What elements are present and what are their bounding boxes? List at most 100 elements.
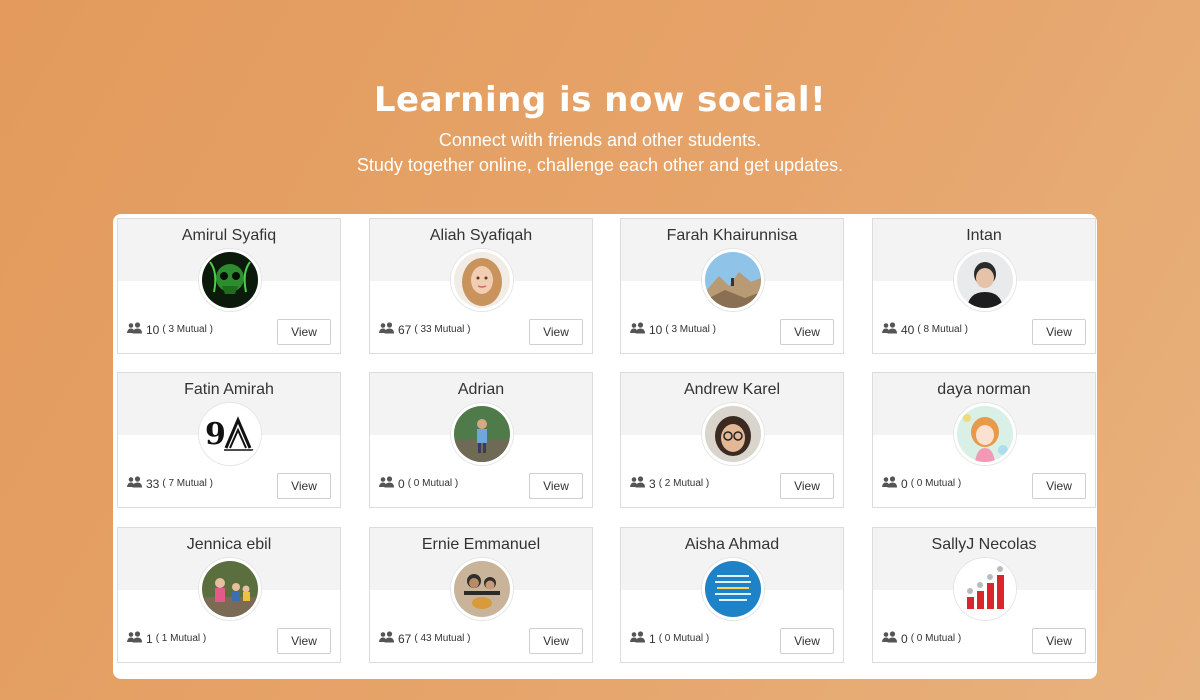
view-button[interactable]: View bbox=[1032, 628, 1086, 654]
users-icon bbox=[882, 322, 897, 337]
friend-count: 1 bbox=[146, 631, 153, 646]
friend-stats: 0( 0 Mutual ) bbox=[379, 476, 458, 491]
friend-stats: 1( 1 Mutual ) bbox=[127, 631, 206, 646]
friend-stats: 0( 0 Mutual ) bbox=[882, 631, 961, 646]
friend-card: Farah Khairunnisa 10( 3 Mutual ) View bbox=[620, 218, 844, 354]
mutual-count: ( 0 Mutual ) bbox=[910, 478, 962, 489]
friend-stats: 33( 7 Mutual ) bbox=[127, 476, 213, 491]
red-chart-avatar[interactable] bbox=[954, 558, 1016, 620]
friend-stats: 0( 0 Mutual ) bbox=[882, 476, 961, 491]
friend-count: 0 bbox=[398, 476, 405, 491]
friend-name: Aisha Ahmad bbox=[684, 536, 780, 553]
users-icon bbox=[379, 631, 394, 646]
view-button[interactable]: View bbox=[780, 319, 834, 345]
view-button[interactable]: View bbox=[529, 473, 583, 499]
dark-haired-man-avatar[interactable] bbox=[954, 249, 1016, 311]
view-button[interactable]: View bbox=[780, 628, 834, 654]
mutual-count: ( 1 Mutual ) bbox=[155, 633, 207, 644]
users-icon bbox=[882, 476, 897, 491]
friend-name: Aliah Syafiqah bbox=[429, 227, 533, 244]
friend-card: Aisha Ahmad 1( 0 Mutual ) View bbox=[620, 527, 844, 663]
friend-name: Farah Khairunnisa bbox=[666, 227, 798, 244]
users-icon bbox=[127, 476, 142, 491]
friend-card: Intan 40( 8 Mutual ) View bbox=[872, 218, 1096, 354]
users-icon bbox=[630, 322, 645, 337]
friend-count: 10 bbox=[649, 322, 663, 337]
friend-stats: 3( 2 Mutual ) bbox=[630, 476, 709, 491]
friend-card: daya norman 0( 0 Mutual ) View bbox=[872, 372, 1096, 508]
view-button[interactable]: View bbox=[529, 628, 583, 654]
blonde-woman-avatar[interactable] bbox=[451, 249, 513, 311]
users-icon bbox=[127, 631, 142, 646]
view-button[interactable]: View bbox=[1032, 319, 1086, 345]
friend-stats: 67( 33 Mutual ) bbox=[379, 322, 471, 337]
friend-stats: 67( 43 Mutual ) bbox=[379, 631, 471, 646]
svg-text:9: 9 bbox=[205, 417, 226, 452]
users-icon bbox=[379, 322, 394, 337]
view-button[interactable]: View bbox=[277, 628, 331, 654]
friend-card: Fatin Amirah 9 33( 7 Mutual ) View bbox=[117, 372, 341, 508]
friend-name: SallyJ Necolas bbox=[931, 536, 1037, 553]
friend-card: Jennica ebil 1( 1 Mutual ) View bbox=[117, 527, 341, 663]
family-selfie-avatar[interactable] bbox=[451, 558, 513, 620]
mutual-count: ( 2 Mutual ) bbox=[658, 478, 710, 489]
friend-stats: 10( 3 Mutual ) bbox=[630, 322, 716, 337]
friend-count: 33 bbox=[146, 476, 160, 491]
friend-name: Adrian bbox=[457, 381, 505, 398]
view-button[interactable]: View bbox=[780, 473, 834, 499]
view-button[interactable]: View bbox=[277, 319, 331, 345]
users-icon bbox=[882, 631, 897, 646]
friends-panel: Amirul Syafiq 10( 3 Mutual ) View Aliah Sya… bbox=[113, 214, 1097, 679]
hero-section: Learning is now social! Connect with fri… bbox=[0, 78, 1200, 178]
friend-count: 67 bbox=[398, 322, 412, 337]
rocky-landscape-avatar[interactable] bbox=[702, 249, 764, 311]
view-button[interactable]: View bbox=[277, 473, 331, 499]
friend-name: Fatin Amirah bbox=[184, 381, 274, 398]
mutual-count: ( 33 Mutual ) bbox=[414, 324, 471, 335]
friend-stats: 1( 0 Mutual ) bbox=[630, 631, 709, 646]
friend-card: Andrew Karel 3( 2 Mutual ) View bbox=[620, 372, 844, 508]
users-icon bbox=[127, 322, 142, 337]
friend-card: Aliah Syafiqah 67( 33 Mutual ) View bbox=[369, 218, 593, 354]
view-button[interactable]: View bbox=[1032, 473, 1086, 499]
friend-name: Jennica ebil bbox=[186, 536, 272, 553]
9a-logo-avatar[interactable]: 9 bbox=[199, 403, 261, 465]
friend-card: SallyJ Necolas 0( 0 Mutual ) View bbox=[872, 527, 1096, 663]
mutual-count: ( 43 Mutual ) bbox=[414, 633, 471, 644]
green-skull-avatar[interactable] bbox=[199, 249, 261, 311]
friend-card: Adrian 0( 0 Mutual ) View bbox=[369, 372, 593, 508]
friend-count: 40 bbox=[901, 322, 915, 337]
family-photo-avatar[interactable] bbox=[199, 558, 261, 620]
friend-count: 67 bbox=[398, 631, 412, 646]
users-icon bbox=[379, 476, 394, 491]
view-button[interactable]: View bbox=[529, 319, 583, 345]
friend-card: Amirul Syafiq 10( 3 Mutual ) View bbox=[117, 218, 341, 354]
friend-stats: 40( 8 Mutual ) bbox=[882, 322, 968, 337]
users-icon bbox=[630, 631, 645, 646]
friend-count: 0 bbox=[901, 631, 908, 646]
hero-subtitle-line1: Connect with friends and other students. bbox=[438, 130, 762, 150]
mutual-count: ( 8 Mutual ) bbox=[917, 324, 968, 335]
friend-count: 0 bbox=[901, 476, 908, 491]
friend-name: Andrew Karel bbox=[683, 381, 781, 398]
mutual-count: ( 0 Mutual ) bbox=[658, 633, 710, 644]
hero-subtitle-line2: Study together online, challenge each ot… bbox=[356, 155, 844, 175]
friend-stats: 10( 3 Mutual ) bbox=[127, 322, 213, 337]
friend-name: Ernie Emmanuel bbox=[421, 536, 541, 553]
friend-card: Ernie Emmanuel 67( 43 Mutual ) View bbox=[369, 527, 593, 663]
outdoor-person-avatar[interactable] bbox=[451, 403, 513, 465]
blue-quote-avatar[interactable] bbox=[702, 558, 764, 620]
mutual-count: ( 0 Mutual ) bbox=[910, 633, 962, 644]
anime-girl-avatar[interactable] bbox=[954, 403, 1016, 465]
hero-subtitle: Connect with friends and other students.… bbox=[0, 128, 1200, 178]
friend-name: daya norman bbox=[937, 381, 1031, 398]
glasses-person-avatar[interactable] bbox=[702, 403, 764, 465]
friend-count: 3 bbox=[649, 476, 656, 491]
friend-count: 1 bbox=[649, 631, 656, 646]
mutual-count: ( 0 Mutual ) bbox=[407, 478, 459, 489]
friend-name: Intan bbox=[966, 227, 1002, 244]
friend-count: 10 bbox=[146, 322, 160, 337]
friend-name: Amirul Syafiq bbox=[181, 227, 277, 244]
hero-title: Learning is now social! bbox=[373, 80, 827, 120]
users-icon bbox=[630, 476, 645, 491]
